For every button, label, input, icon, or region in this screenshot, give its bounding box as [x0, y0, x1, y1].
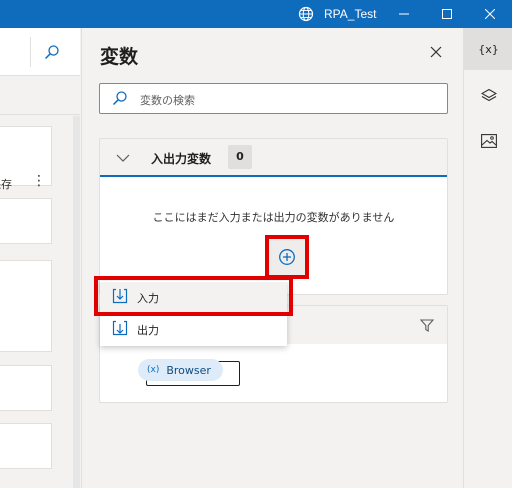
- rail-images-button[interactable]: [464, 120, 512, 162]
- output-arrow-icon: [112, 320, 128, 336]
- divider: [0, 114, 80, 115]
- variable-name: Browser: [166, 363, 211, 377]
- minimize-button[interactable]: [386, 0, 422, 28]
- action-card[interactable]: [0, 260, 52, 352]
- search-icon: [112, 91, 127, 106]
- left-search-button[interactable]: [30, 37, 70, 67]
- panel-title: 変数: [100, 46, 139, 68]
- menu-item-label: 入力: [137, 292, 159, 305]
- variables-panel: 変数 変数の検索 入出力変数 0 ここにはまだ入力または出力の変数がありません: [81, 28, 463, 488]
- rail-ui-elements-button[interactable]: [464, 75, 512, 117]
- add-circle-icon: [279, 249, 295, 265]
- more-options-icon[interactable]: ⋮: [32, 173, 46, 189]
- variable-icon: (x): [147, 365, 160, 375]
- maximize-button[interactable]: [429, 0, 465, 28]
- scrollbar[interactable]: [73, 116, 80, 488]
- save-label: 保存: [0, 178, 12, 191]
- search-icon: [44, 45, 59, 60]
- filter-icon[interactable]: [420, 319, 434, 332]
- maximize-icon: [442, 9, 452, 19]
- menu-item-output[interactable]: 出力: [100, 314, 287, 344]
- right-rail: {x}: [463, 28, 512, 488]
- input-arrow-icon: [112, 288, 128, 304]
- left-toolbar: [0, 28, 80, 76]
- variable-search-input[interactable]: 変数の検索: [99, 83, 448, 114]
- close-panel-icon[interactable]: [428, 44, 444, 60]
- search-placeholder: 変数の検索: [140, 94, 195, 107]
- add-variable-menu: 入力 出力: [100, 281, 287, 346]
- io-variables-section: 入出力変数 0 ここにはまだ入力または出力の変数がありません: [99, 138, 448, 295]
- chevron-down-icon: [116, 154, 130, 162]
- title-bar: RPA_Test: [0, 0, 512, 28]
- close-window-button[interactable]: [472, 0, 508, 28]
- variable-chip[interactable]: (x) Browser: [138, 359, 223, 381]
- image-icon: [480, 134, 497, 148]
- io-section-header[interactable]: 入出力変数 0: [100, 139, 447, 177]
- close-icon: [485, 9, 495, 19]
- action-card[interactable]: [0, 198, 52, 244]
- variables-icon: {x}: [478, 42, 499, 56]
- empty-message: ここにはまだ入力または出力の変数がありません: [152, 211, 395, 224]
- window-title: RPA_Test: [324, 7, 377, 21]
- minimize-icon: [399, 13, 409, 15]
- variable-count-badge: 0: [228, 145, 252, 169]
- action-card[interactable]: [0, 365, 52, 411]
- add-io-variable-button[interactable]: [265, 235, 309, 279]
- globe-icon: [298, 6, 314, 22]
- action-card[interactable]: [0, 423, 52, 469]
- menu-item-label: 出力: [137, 324, 159, 337]
- io-section-title: 入出力変数: [151, 152, 212, 166]
- layers-icon: [480, 88, 497, 102]
- menu-item-input[interactable]: 入力: [100, 282, 287, 312]
- rail-variables-button[interactable]: {x}: [464, 28, 512, 70]
- flow-designer-pane: 保存 ⋮: [0, 28, 80, 488]
